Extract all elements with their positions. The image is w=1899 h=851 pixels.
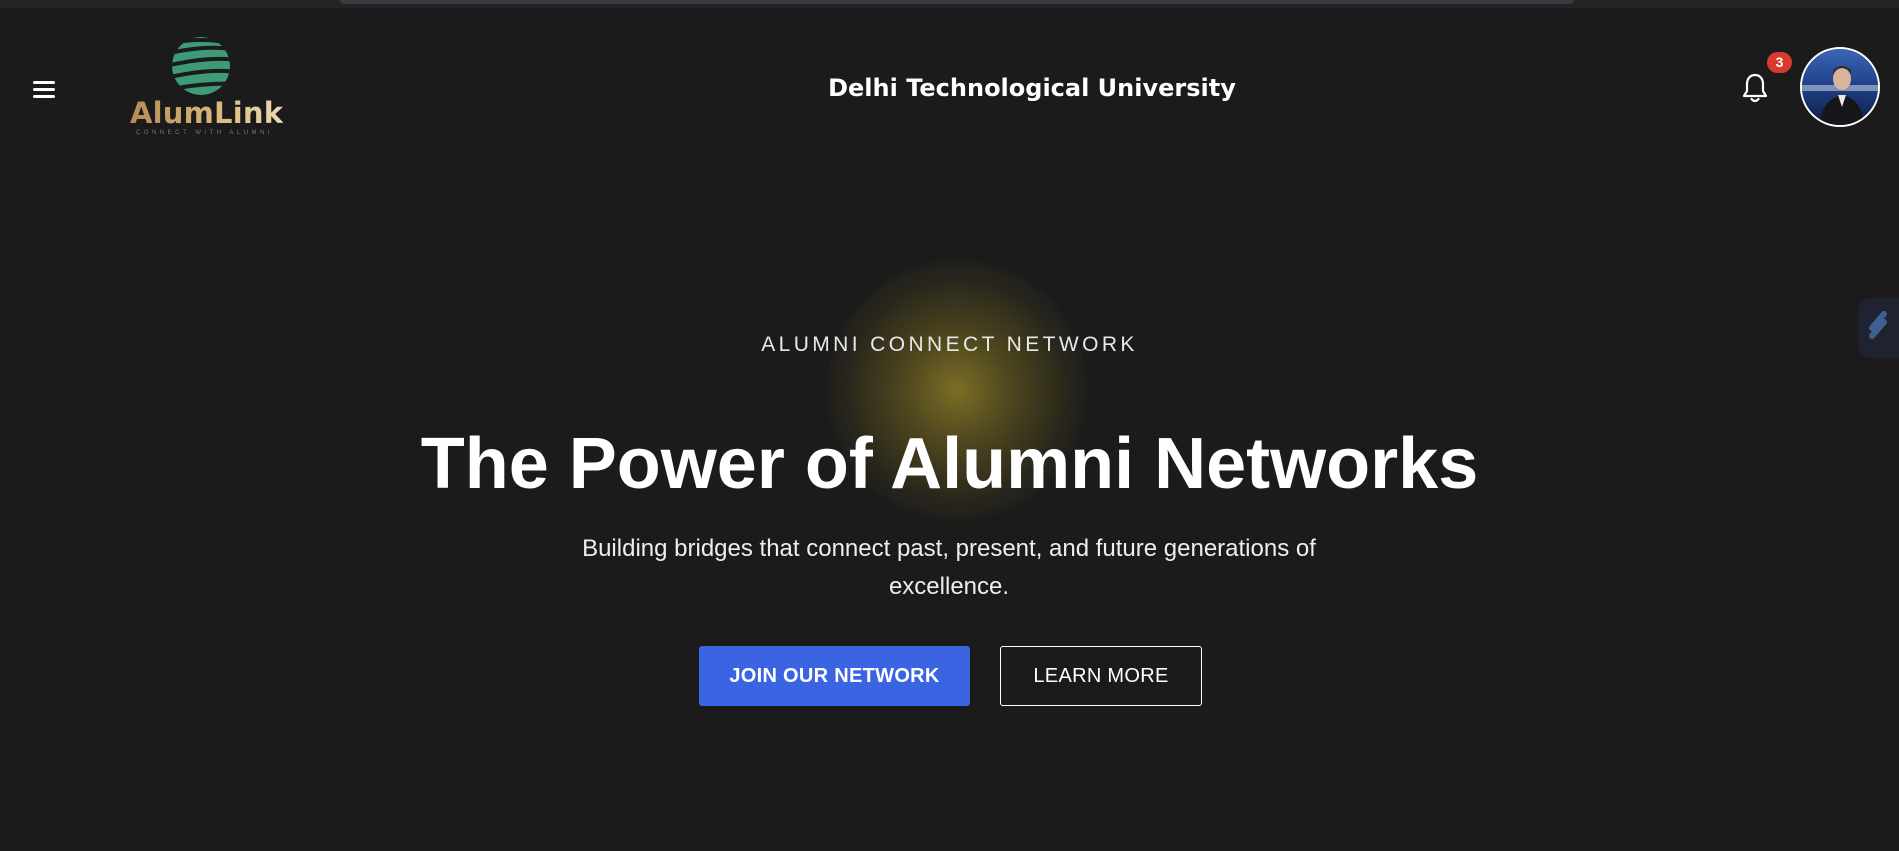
hero-eyebrow: ALUMNI CONNECT NETWORK <box>761 333 1138 356</box>
avatar-image <box>1802 49 1878 125</box>
notifications-button[interactable] <box>1740 72 1770 104</box>
university-name: Delhi Technological University <box>828 74 1236 102</box>
hero-title: The Power of Alumni Networks <box>420 424 1479 504</box>
notification-count-badge: 3 <box>1767 52 1792 73</box>
browser-top-strip <box>0 0 1899 8</box>
logo-tagline: CONNECT WITH ALUMNI <box>136 130 274 136</box>
hero-subtitle: Building bridges that connect past, pres… <box>582 535 1316 600</box>
learn-more-button[interactable]: LEARN MORE <box>1000 646 1202 706</box>
globe-icon <box>172 37 230 95</box>
hamburger-menu-icon[interactable] <box>30 78 60 100</box>
user-avatar[interactable] <box>1800 47 1880 127</box>
page: AlumLink CONNECT WITH ALUMNI Delhi Techn… <box>0 0 1899 851</box>
alumlink-logo[interactable]: AlumLink CONNECT WITH ALUMNI <box>126 36 283 140</box>
top-strip-bar <box>340 0 1574 4</box>
bell-icon <box>1742 73 1768 103</box>
logo-text: AlumLink <box>130 96 284 130</box>
join-network-button[interactable]: JOIN OUR NETWORK <box>699 646 970 706</box>
